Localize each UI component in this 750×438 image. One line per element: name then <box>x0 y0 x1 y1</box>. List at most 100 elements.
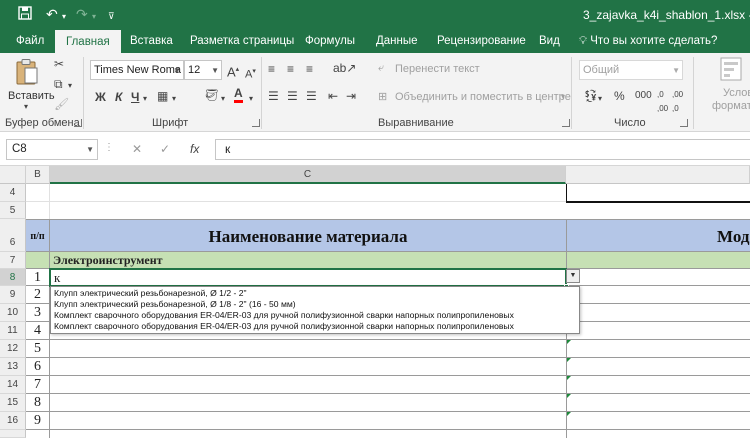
model-cell[interactable] <box>567 412 750 430</box>
bold-button[interactable]: Ж <box>95 90 106 104</box>
cut-icon[interactable]: ✂ <box>54 57 64 71</box>
redo-icon[interactable]: ↷ <box>76 6 88 22</box>
model-cell[interactable] <box>567 430 750 438</box>
formula-input[interactable] <box>215 139 750 160</box>
row-number-cell[interactable]: 7 <box>26 376 50 394</box>
row-number-cell[interactable]: 1 <box>26 269 50 286</box>
comma-style-icon[interactable]: 000 <box>635 89 652 103</box>
row-header[interactable]: 4 <box>0 184 26 202</box>
model-cell[interactable] <box>567 269 750 286</box>
font-launcher-icon[interactable] <box>252 119 260 127</box>
model-cell[interactable] <box>567 340 750 358</box>
font-color-dropdown-icon[interactable]: ▾ <box>249 92 253 106</box>
row-number-cell[interactable]: 5 <box>26 340 50 358</box>
row-header[interactable]: 6 <box>0 219 26 252</box>
paste-button[interactable]: Вставить ▾ <box>6 57 55 113</box>
tab-file[interactable]: Файл <box>16 29 44 53</box>
row-number-cell[interactable]: 9 <box>26 412 50 430</box>
header-cell-num[interactable]: п/п <box>26 219 50 252</box>
orientation-icon[interactable]: ab↗ <box>333 61 356 75</box>
model-cell[interactable] <box>567 394 750 412</box>
tab-home[interactable]: Главная <box>55 30 121 53</box>
insert-function-icon[interactable]: fx <box>190 142 199 156</box>
column-header-b[interactable]: B <box>26 166 50 184</box>
font-size-select[interactable]: 12 ▼ <box>184 60 222 80</box>
category-cell-b[interactable] <box>26 252 50 269</box>
header-cell-model[interactable]: Мод <box>567 219 750 252</box>
row-header[interactable]: 8 <box>0 269 26 286</box>
underline-button[interactable]: Ч <box>131 90 139 104</box>
row-number-cell[interactable]: 3 <box>26 304 50 322</box>
row-number-cell[interactable] <box>26 430 50 438</box>
customize-qat-icon[interactable]: ⊽ <box>108 8 115 24</box>
conditional-formatting-button[interactable]: Услов форматир <box>700 57 750 115</box>
name-cell[interactable] <box>50 340 567 358</box>
validation-dropdown-button[interactable]: ▼ <box>566 269 580 283</box>
format-painter-icon[interactable]: 🖌︎ <box>54 97 69 111</box>
category-cell[interactable]: Электроинструмент <box>50 252 567 269</box>
redo-dropdown-icon[interactable]: ▾ <box>92 9 96 25</box>
font-color-icon[interactable]: A <box>234 87 243 103</box>
dropdown-option[interactable]: Клупп электрический резьбонарезной, Ø 1/… <box>54 299 296 310</box>
accounting-format-icon[interactable]: 💱︎ <box>583 89 598 103</box>
copy-icon[interactable]: ⧉ <box>54 77 63 91</box>
undo-dropdown-icon[interactable]: ▾ <box>62 9 66 25</box>
row-header[interactable]: 7 <box>0 252 26 269</box>
decrease-indent-icon[interactable]: ⇤ <box>328 89 338 103</box>
name-cell[interactable] <box>50 358 567 376</box>
name-cell[interactable] <box>50 394 567 412</box>
row-header[interactable]: 16 <box>0 412 26 430</box>
column-header-c[interactable]: C <box>50 166 566 184</box>
category-cell-d[interactable] <box>567 252 750 269</box>
model-cell[interactable] <box>567 358 750 376</box>
tab-data[interactable]: Данные <box>376 29 418 53</box>
accounting-dropdown-icon[interactable]: ▾ <box>598 92 602 106</box>
name-cell[interactable] <box>50 412 567 430</box>
percent-icon[interactable]: % <box>614 89 625 103</box>
row-number-cell[interactable]: 4 <box>26 322 50 340</box>
align-top-icon[interactable]: ≡ <box>268 62 275 76</box>
model-cell[interactable] <box>567 304 750 322</box>
row-header[interactable]: 10 <box>0 304 26 322</box>
number-format-select[interactable]: Общий ▼ <box>579 60 683 80</box>
dropdown-option[interactable]: Комплект сварочного оборудования ER-04/E… <box>54 310 514 321</box>
decrease-font-icon[interactable]: A▾ <box>245 65 256 82</box>
row-number-cell[interactable]: 2 <box>26 286 50 304</box>
borders-icon[interactable]: ▦ <box>157 89 168 103</box>
fill-color-icon[interactable]: 🪣︎ <box>204 88 219 102</box>
undo-icon[interactable]: ↶ <box>46 6 58 22</box>
copy-dropdown-icon[interactable]: ▾ <box>68 79 72 93</box>
cancel-icon[interactable]: ✕ <box>132 142 142 156</box>
header-cell-name[interactable]: Наименование материала <box>50 219 567 252</box>
tab-review[interactable]: Рецензирование <box>437 29 526 53</box>
align-right-icon[interactable]: ☰ <box>306 89 317 103</box>
name-cell[interactable] <box>50 376 567 394</box>
row-header[interactable]: 9 <box>0 286 26 304</box>
fill-color-dropdown-icon[interactable]: ▾ <box>221 92 225 106</box>
italic-button[interactable]: К <box>115 90 122 104</box>
row-header[interactable]: 14 <box>0 376 26 394</box>
increase-decimal-icon[interactable]: ,0,00 <box>657 88 668 116</box>
active-cell[interactable]: к <box>49 268 567 287</box>
tab-view[interactable]: Вид <box>539 29 560 53</box>
row-header[interactable]: 13 <box>0 358 26 376</box>
alignment-launcher-icon[interactable] <box>562 119 570 127</box>
align-left-icon[interactable]: ☰ <box>268 89 279 103</box>
align-middle-icon[interactable]: ≡ <box>287 62 294 76</box>
borders-dropdown-icon[interactable]: ▾ <box>172 92 176 106</box>
row-header[interactable]: 5 <box>0 202 26 219</box>
row-number-cell[interactable]: 8 <box>26 394 50 412</box>
dropdown-option[interactable]: Комплект сварочного оборудования ER-04/E… <box>54 321 514 332</box>
row-header[interactable] <box>0 430 26 438</box>
column-header-d[interactable] <box>566 166 750 184</box>
tab-page-layout[interactable]: Разметка страницы <box>190 29 294 53</box>
name-box[interactable]: C8 ▼ <box>6 139 98 160</box>
clipboard-launcher-icon[interactable] <box>74 119 82 127</box>
name-cell[interactable] <box>50 430 567 438</box>
model-cell[interactable] <box>567 376 750 394</box>
underline-dropdown-icon[interactable]: ▾ <box>143 92 147 106</box>
row-header[interactable]: 11 <box>0 322 26 340</box>
font-name-select[interactable]: Times New Roma ▼ <box>90 60 184 80</box>
tab-insert[interactable]: Вставка <box>130 29 173 53</box>
decrease-decimal-icon[interactable]: ,00,0 <box>672 88 683 116</box>
